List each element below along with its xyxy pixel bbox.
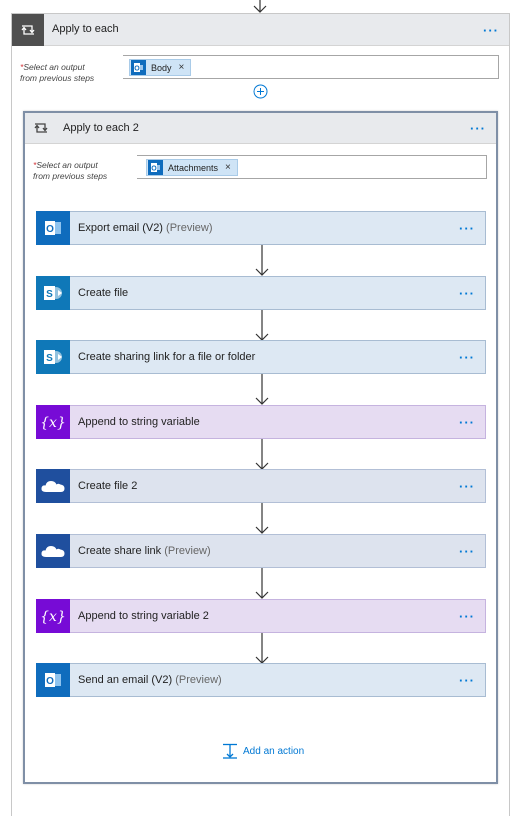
down-arrow-icon bbox=[255, 310, 269, 341]
add-action-icon bbox=[223, 743, 237, 759]
select-output-label: *Select an output from previous steps bbox=[33, 160, 108, 181]
select-output-field[interactable]: O Body × bbox=[123, 55, 499, 79]
apply-to-each-2-title: Apply to each 2 bbox=[63, 122, 139, 134]
action-label: Create file 2 bbox=[78, 480, 138, 492]
apply-to-each-menu-button[interactable]: ··· bbox=[483, 24, 499, 37]
action-send-an-email[interactable]: O Send an email (V2) (Preview) ··· bbox=[36, 663, 486, 697]
svg-text:O: O bbox=[151, 166, 157, 173]
action-menu-button[interactable]: ··· bbox=[459, 610, 475, 623]
action-create-file[interactable]: S Create file ··· bbox=[36, 276, 486, 310]
action-label: Create share link bbox=[78, 545, 162, 557]
outlook-icon: O bbox=[36, 211, 70, 245]
action-label: Export email (V2) bbox=[78, 222, 163, 234]
remove-token-button[interactable]: × bbox=[179, 62, 185, 73]
preview-label: (Preview) bbox=[166, 222, 213, 234]
attachments-token[interactable]: O Attachments × bbox=[146, 159, 238, 176]
action-menu-button[interactable]: ··· bbox=[459, 222, 475, 235]
loop-icon bbox=[12, 14, 44, 46]
preview-label: (Preview) bbox=[164, 545, 211, 557]
select-output-label: *Select an output from previous steps bbox=[20, 62, 95, 83]
svg-text:S: S bbox=[46, 353, 53, 364]
add-an-action-label: Add an action bbox=[243, 745, 305, 757]
onedrive-icon bbox=[36, 534, 70, 568]
remove-token-button[interactable]: × bbox=[225, 162, 231, 173]
select-output-field[interactable]: O Attachments × bbox=[137, 155, 487, 179]
action-menu-button[interactable]: ··· bbox=[459, 287, 475, 300]
action-create-share-link[interactable]: Create share link (Preview) ··· bbox=[36, 534, 486, 568]
action-menu-button[interactable]: ··· bbox=[459, 480, 475, 493]
variable-icon: {x} bbox=[36, 405, 70, 439]
action-menu-button[interactable]: ··· bbox=[459, 416, 475, 429]
action-menu-button[interactable]: ··· bbox=[459, 674, 475, 687]
variable-icon: {x} bbox=[36, 599, 70, 633]
action-create-sharing-link[interactable]: S Create sharing link for a file or fold… bbox=[36, 340, 486, 374]
action-export-email[interactable]: O Export email (V2) (Preview) ··· bbox=[36, 211, 486, 245]
svg-text:{x}: {x} bbox=[40, 609, 66, 625]
action-append-to-string-variable[interactable]: {x} Append to string variable ··· bbox=[36, 405, 486, 439]
preview-label: (Preview) bbox=[175, 674, 222, 686]
down-arrow-icon bbox=[255, 568, 269, 599]
action-menu-button[interactable]: ··· bbox=[459, 351, 475, 364]
action-append-to-string-variable-2[interactable]: {x} Append to string variable 2 ··· bbox=[36, 599, 486, 633]
loop-icon bbox=[25, 113, 57, 143]
body-token[interactable]: O Body × bbox=[129, 59, 192, 76]
body-token-label: Body bbox=[151, 62, 172, 73]
apply-to-each-2-menu-button[interactable]: ··· bbox=[470, 122, 486, 135]
action-label: Append to string variable 2 bbox=[78, 610, 209, 622]
onedrive-icon bbox=[36, 469, 70, 503]
outlook-icon: O bbox=[148, 160, 163, 175]
outlook-icon: O bbox=[131, 60, 146, 75]
down-arrow-icon bbox=[253, 0, 267, 13]
apply-to-each-title: Apply to each bbox=[52, 23, 119, 35]
action-label: Append to string variable bbox=[78, 416, 200, 428]
sharepoint-icon: S bbox=[36, 340, 70, 374]
sharepoint-icon: S bbox=[36, 276, 70, 310]
action-label: Send an email (V2) bbox=[78, 674, 173, 686]
down-arrow-icon bbox=[255, 503, 269, 534]
apply-to-each-header[interactable]: Apply to each ··· bbox=[12, 13, 509, 46]
svg-text:O: O bbox=[46, 224, 54, 235]
down-arrow-icon bbox=[255, 245, 269, 276]
apply-to-each-2-card: Apply to each 2 ··· *Select an output fr… bbox=[23, 111, 498, 784]
svg-text:O: O bbox=[134, 66, 140, 73]
action-menu-button[interactable]: ··· bbox=[459, 545, 475, 558]
svg-text:{x}: {x} bbox=[40, 415, 66, 431]
down-arrow-icon bbox=[255, 439, 269, 470]
attachments-token-label: Attachments bbox=[168, 162, 219, 173]
down-arrow-icon bbox=[255, 374, 269, 405]
add-an-action-button[interactable]: Add an action bbox=[222, 743, 304, 759]
apply-to-each-2-header[interactable]: Apply to each 2 ··· bbox=[25, 113, 496, 144]
add-step-icon[interactable] bbox=[253, 84, 268, 99]
action-label: Create file bbox=[78, 287, 129, 299]
outlook-icon: O bbox=[36, 663, 70, 697]
action-label: Create sharing link for a file or folder bbox=[78, 351, 256, 363]
down-arrow-icon bbox=[255, 633, 269, 664]
svg-text:O: O bbox=[46, 676, 54, 687]
action-create-file-2[interactable]: Create file 2 ··· bbox=[36, 469, 486, 503]
svg-text:S: S bbox=[46, 289, 53, 300]
